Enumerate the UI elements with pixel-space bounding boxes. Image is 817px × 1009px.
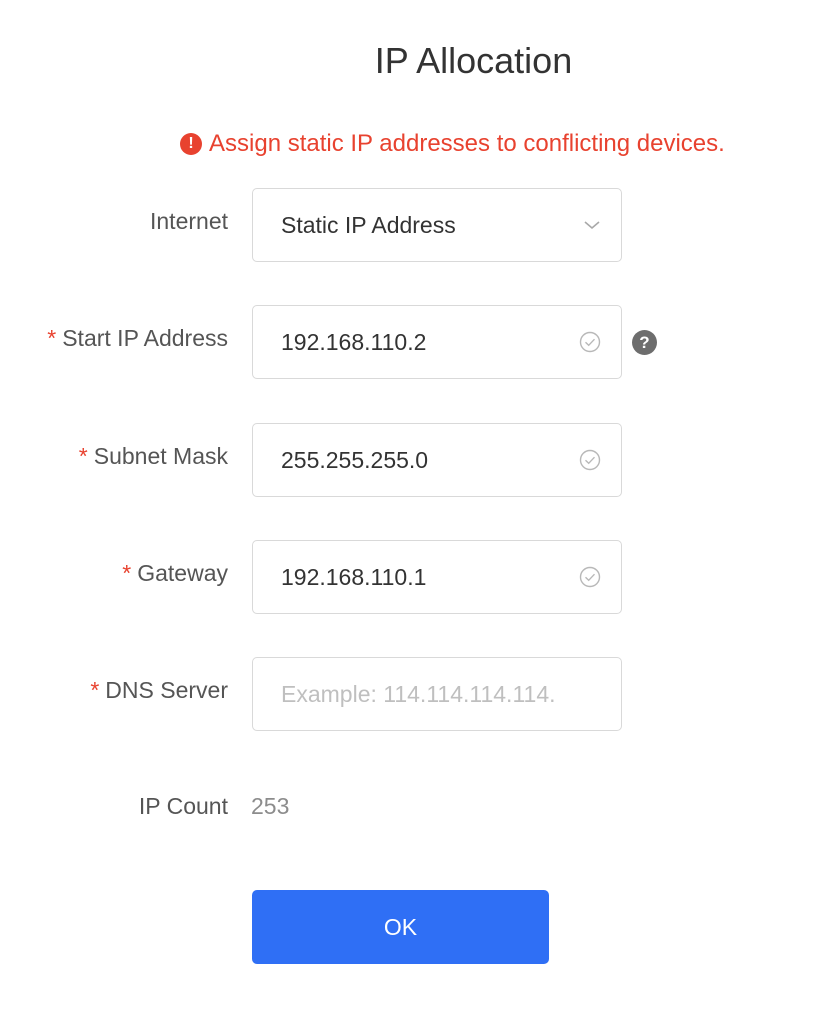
form-row-start-ip: *Start IP Address ?	[0, 305, 817, 379]
required-mark: *	[47, 325, 57, 351]
internet-select[interactable]: Static IP Address	[252, 188, 622, 262]
ip-count-label: IP Count	[138, 793, 228, 819]
subnet-mask-input[interactable]	[253, 424, 551, 496]
gateway-field[interactable]	[252, 540, 622, 614]
subnet-mask-label: * Subnet Mask	[78, 443, 228, 469]
required-mark: *	[78, 443, 88, 469]
dns-server-input[interactable]	[253, 658, 601, 730]
check-circle-icon	[579, 449, 601, 471]
start-ip-input[interactable]	[253, 306, 551, 378]
check-circle-icon	[579, 566, 601, 588]
warning-message: ! Assign static IP addresses to conflict…	[180, 130, 725, 158]
internet-select-value: Static IP Address	[281, 211, 456, 238]
ip-count-value: 253	[251, 793, 290, 819]
required-mark: *	[90, 677, 100, 703]
dialog-title: IP Allocation	[374, 40, 573, 81]
form-row-dns-server: * DNS Server	[0, 657, 817, 731]
gateway-input[interactable]	[253, 541, 551, 613]
subnet-mask-field[interactable]	[252, 423, 622, 497]
warning-text: Assign static IP addresses to conflictin…	[209, 130, 725, 157]
form-row-internet: Internet Static IP Address	[0, 188, 817, 262]
dns-server-label: * DNS Server	[90, 677, 228, 703]
internet-label: Internet	[150, 208, 228, 234]
question-circle-icon[interactable]: ?	[632, 330, 657, 355]
ok-button[interactable]: OK	[252, 890, 549, 964]
chevron-down-icon	[584, 221, 600, 230]
required-mark: *	[122, 560, 132, 586]
form-row-gateway: * Gateway	[0, 540, 817, 614]
form-row-subnet-mask: * Subnet Mask	[0, 423, 817, 497]
start-ip-field[interactable]	[252, 305, 622, 379]
gateway-label: * Gateway	[122, 560, 228, 586]
dns-server-field[interactable]	[252, 657, 622, 731]
form-row-ip-count: IP Count 253	[0, 773, 817, 847]
exclamation-circle-icon: !	[180, 133, 202, 155]
check-circle-icon	[579, 331, 601, 353]
start-ip-label: * Start IP Address	[47, 325, 228, 351]
